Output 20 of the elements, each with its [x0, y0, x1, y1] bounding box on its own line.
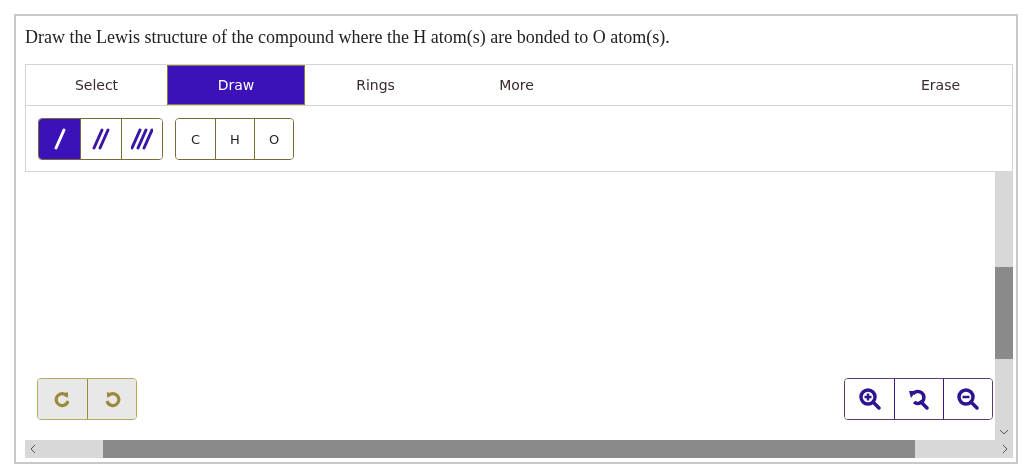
vertical-scrollbar[interactable]	[995, 172, 1013, 440]
triple-bond-button[interactable]	[121, 119, 162, 159]
tab[interactable]: Draw	[167, 65, 305, 105]
zoom-in-icon	[857, 387, 882, 411]
redo-button[interactable]	[38, 379, 87, 419]
atom-button[interactable]: O	[254, 119, 293, 159]
question-text: Draw the Lewis structure of the compound where the H atom(s) are bonded to O atom(s).	[25, 26, 671, 49]
redo-icon	[53, 390, 72, 408]
single-bond-button[interactable]	[39, 119, 80, 159]
zoom-out-button[interactable]	[943, 379, 992, 419]
scroll-left-icon[interactable]	[29, 444, 37, 454]
undo-button[interactable]	[87, 379, 136, 419]
bond-icon	[90, 126, 112, 152]
undo-icon	[103, 390, 121, 408]
scroll-right-icon[interactable]	[1001, 444, 1009, 454]
zoom-out-icon	[956, 387, 980, 411]
scroll-down-icon[interactable]	[999, 428, 1009, 436]
horizontal-scrollbar[interactable]	[25, 440, 1013, 458]
reset-zoom-icon	[907, 387, 931, 411]
bond-icon	[131, 126, 153, 152]
